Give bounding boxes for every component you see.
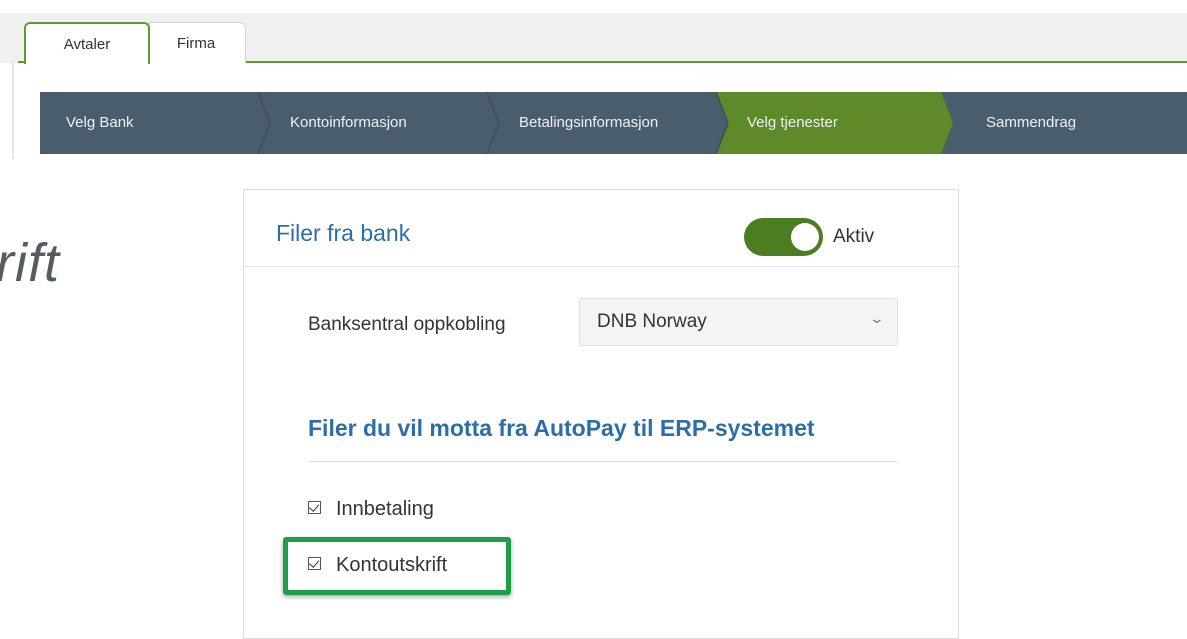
chevron-down-icon: ⌄ — [868, 310, 886, 326]
tab-avtaler-label: Avtaler — [63, 35, 111, 53]
wizard-step-velg-bank[interactable]: Velg Bank — [66, 92, 134, 154]
toggle-knob — [791, 223, 819, 251]
checkbox-checked-icon[interactable] — [308, 500, 321, 514]
file-option-label: Innbetaling — [336, 497, 434, 520]
file-option-label: Kontoutskrift — [336, 553, 448, 576]
file-option-innbetaling[interactable]: Innbetaling — [308, 493, 434, 525]
page-heading: rift — [0, 233, 60, 293]
wizard-steps-bar: Velg Bank Kontoinformasjon Betalingsinfo… — [40, 92, 1187, 154]
bank-connection-label: Banksentral oppkobling — [308, 314, 506, 335]
section-divider — [308, 461, 898, 462]
toggle-label: Aktiv — [833, 226, 875, 247]
active-toggle[interactable] — [744, 218, 823, 256]
panel-header: Filer fra bank Aktiv — [244, 190, 958, 267]
bank-connection-value: DNB Norway — [597, 311, 707, 332]
files-section-title: Filer du vil motta fra AutoPay til ERP-s… — [308, 415, 815, 441]
wizard-step-divider-1 — [257, 92, 271, 154]
bank-connection-select[interactable]: DNB Norway ⌄ — [579, 298, 898, 346]
wizard-step-sammendrag[interactable]: Sammendrag — [986, 92, 1076, 154]
tab-avtaler[interactable]: Avtaler — [24, 22, 150, 64]
wizard-step-kontoinformasjon[interactable]: Kontoinformasjon — [290, 92, 407, 154]
checkbox-checked-icon[interactable] — [308, 556, 321, 570]
tab-firma-label: Firma — [176, 34, 216, 52]
files-from-bank-panel: Filer fra bank Aktiv Banksentral oppkobl… — [243, 189, 959, 639]
wizard-step-velg-tjenester[interactable]: Velg tjenester — [747, 92, 838, 154]
file-option-kontoutskrift[interactable]: Kontoutskrift — [308, 549, 447, 581]
wizard-step-divider-2 — [486, 92, 500, 154]
panel-title: Filer fra bank — [276, 220, 411, 246]
wizard-step-betalingsinformasjon[interactable]: Betalingsinformasjon — [519, 92, 658, 154]
content-left-border — [12, 61, 14, 159]
tab-firma[interactable]: Firma — [146, 22, 246, 63]
